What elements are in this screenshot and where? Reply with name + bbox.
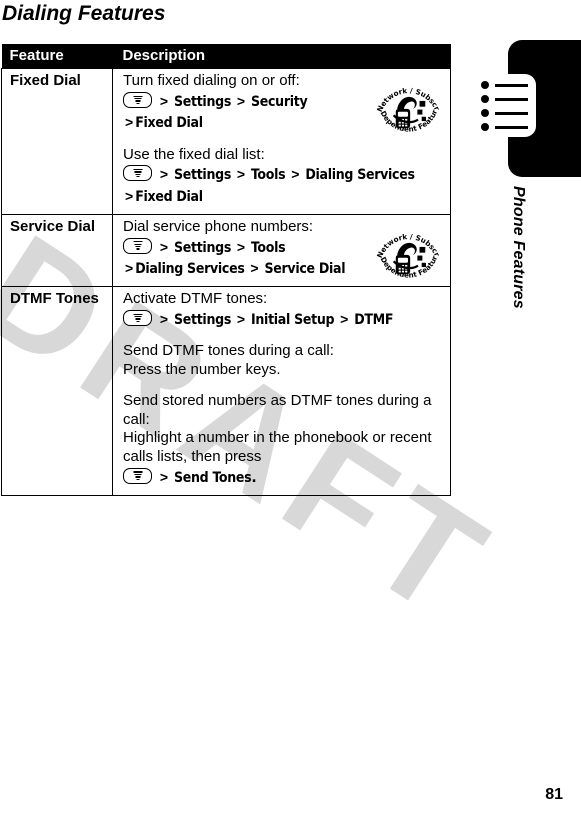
- description-text: Press the number keys.: [123, 361, 281, 379]
- dialing-features-table: Feature Description Fixed Dial Turn fixed…: [1, 44, 451, 497]
- menu-item-label: Initial Setup: [251, 312, 335, 329]
- path-separator: >: [125, 187, 134, 204]
- description-block: Send stored numbers as DTMF tones during…: [123, 392, 442, 488]
- table-row: Fixed Dial Turn fixed dialing on or off: …: [1, 68, 451, 215]
- path-separator: >: [246, 259, 263, 276]
- column-header-feature: Feature: [1, 44, 113, 69]
- path-separator: >: [156, 166, 172, 183]
- menu-item-label: Tools: [251, 167, 286, 184]
- menu-path-line: > Send Tones.: [123, 467, 442, 488]
- path-separator: >: [156, 93, 172, 109]
- menu-item-label: Settings: [173, 94, 232, 110]
- path-separator: >: [125, 259, 134, 276]
- feature-name-cell: Service Dial: [1, 214, 113, 288]
- menu-key-icon: [123, 92, 152, 108]
- page-title: Dialing Features: [2, 2, 166, 25]
- feature-name-cell: Fixed Dial: [1, 68, 113, 215]
- menu-path-line: > Settings > Tools > Dialing Services: [123, 164, 442, 185]
- description-text: Send DTMF tones during a call:: [123, 342, 334, 360]
- side-tab-label: Phone Features: [510, 186, 527, 309]
- menu-path-line: > Settings > Initial Setup > DTMF: [123, 309, 442, 330]
- path-separator: >: [233, 166, 249, 183]
- feature-description-cell: Turn fixed dialing on or off: > Settings…: [112, 68, 451, 215]
- table-body: Fixed Dial Turn fixed dialing on or off: …: [1, 68, 451, 497]
- menu-item-label: Fixed Dial: [135, 115, 203, 132]
- menu-item-label: Settings: [173, 239, 232, 256]
- menu-item-label: Settings: [173, 167, 232, 184]
- path-separator: >: [156, 311, 172, 328]
- menu-item-label: Security: [251, 94, 308, 110]
- svg-text:Network / Subscription: Network / Subscription: [372, 75, 442, 113]
- column-header-description: Description: [112, 44, 451, 69]
- path-separator: >: [156, 238, 172, 255]
- path-trailing-punctuation: .: [251, 469, 257, 486]
- table-row: DTMF Tones Activate DTMF tones: > Setting…: [1, 286, 451, 497]
- menu-path-line: > Fixed Dial: [123, 186, 442, 207]
- description-block: Send DTMF tones during a call: Press the …: [123, 342, 442, 380]
- path-separator: >: [233, 238, 249, 255]
- menu-item-label: Fixed Dial: [135, 188, 203, 205]
- menu-item-label: Settings: [173, 312, 232, 329]
- table-header-row: Feature Description: [1, 44, 451, 69]
- description-block: Activate DTMF tones: > Settings > Initia…: [123, 290, 442, 330]
- menu-item-label: Send Tones: [173, 469, 252, 486]
- description-block: Use the fixed dial list: > Settings > To…: [123, 146, 442, 207]
- menu-item-label: Dialing Services: [305, 167, 415, 184]
- path-separator: >: [156, 468, 172, 485]
- description-text: Use the fixed dial list:: [123, 145, 265, 163]
- path-separator: >: [233, 311, 249, 328]
- menu-key-icon: [123, 467, 152, 484]
- table-row: Service Dial Dial service phone numbers: …: [1, 214, 451, 288]
- description-text: Activate DTMF tones:: [123, 290, 268, 308]
- path-separator: >: [336, 311, 353, 328]
- path-separator: >: [125, 114, 134, 131]
- menu-item-label: Tools: [251, 239, 286, 256]
- network-subscription-dependent-feature-badge: Network / SubscriptionDependent Feature: [372, 75, 444, 147]
- menu-key-icon: [123, 165, 152, 182]
- menu-key-icon: [123, 310, 152, 327]
- path-separator: >: [233, 93, 249, 109]
- menu-item-label: DTMF: [354, 312, 394, 329]
- feature-name-cell: DTMF Tones: [1, 286, 113, 497]
- svg-text:Network / Subscription: Network / Subscription: [372, 221, 442, 259]
- menu-item-label: Dialing Services: [135, 260, 245, 277]
- path-separator: >: [287, 166, 304, 183]
- network-subscription-dependent-feature-badge: Network / SubscriptionDependent Feature: [372, 221, 444, 293]
- description-text: Highlight a number in the phonebook or r…: [123, 429, 432, 466]
- feature-description-cell: Activate DTMF tones: > Settings > Initia…: [112, 286, 451, 497]
- description-text: Send stored numbers as DTMF tones during…: [123, 391, 432, 428]
- page-number: 81: [545, 786, 563, 803]
- feature-description-cell: Dial service phone numbers: > Settings >…: [112, 214, 451, 288]
- list-icon: [474, 74, 536, 137]
- menu-key-icon: [123, 237, 152, 254]
- menu-item-label: Service Dial: [264, 260, 346, 277]
